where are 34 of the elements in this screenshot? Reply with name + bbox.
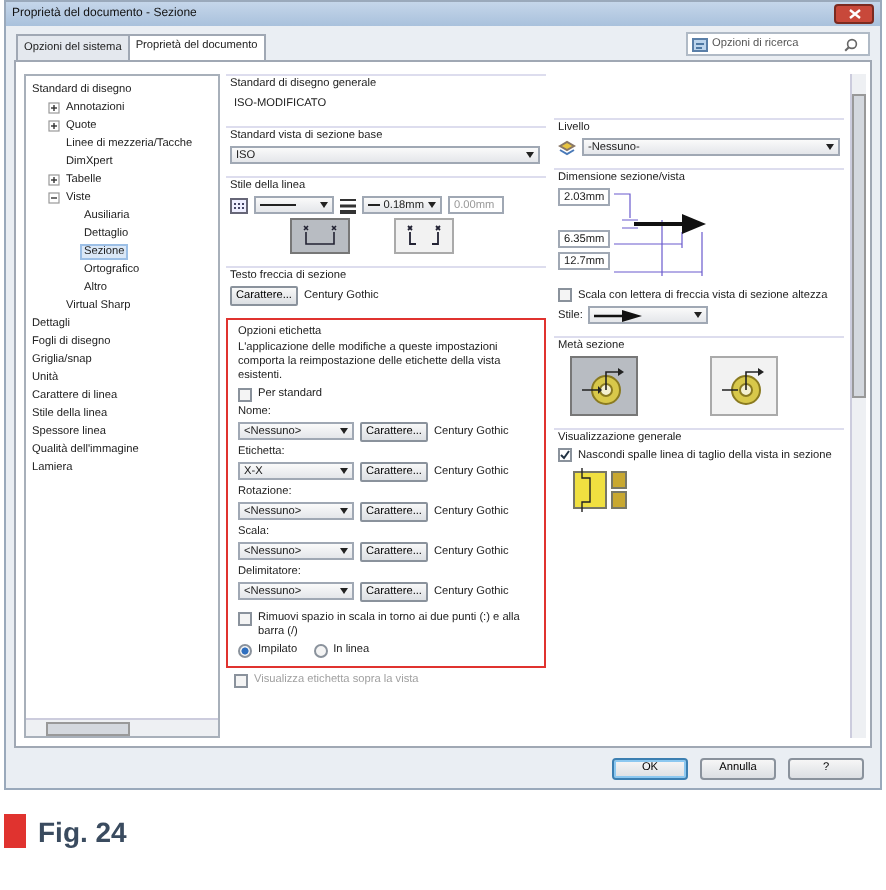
- expand-icon[interactable]: [48, 173, 60, 185]
- collapse-icon[interactable]: [48, 191, 60, 203]
- radio-button[interactable]: [313, 643, 328, 658]
- open-bracket-icon: [402, 222, 446, 250]
- radio-button[interactable]: [238, 643, 252, 658]
- line-style-icon: [230, 197, 248, 213]
- checkbox[interactable]: [558, 448, 572, 462]
- arrow-style-dropdown[interactable]: [588, 306, 709, 324]
- line-sample-icon: [260, 202, 296, 208]
- checkbox[interactable]: [238, 611, 252, 626]
- checkbox[interactable]: [238, 387, 252, 402]
- line-end-option[interactable]: [394, 218, 454, 254]
- ring-section-icon: [580, 364, 628, 408]
- caption-marker: [4, 814, 26, 848]
- checkbox[interactable]: [558, 288, 572, 302]
- line-type-dropdown[interactable]: [254, 196, 334, 214]
- horizontal-scrollbar[interactable]: [26, 718, 218, 736]
- figure-caption: Fig. 24: [38, 815, 127, 847]
- half-section-option[interactable]: [570, 356, 638, 416]
- section-view-icon: [570, 466, 630, 514]
- vertical-scrollbar[interactable]: [850, 74, 866, 738]
- ring-section-icon: [720, 364, 768, 408]
- half-section-option[interactable]: [710, 356, 778, 416]
- closed-bracket-icon: [298, 222, 342, 250]
- close-button[interactable]: [834, 4, 874, 24]
- expand-icon[interactable]: [48, 101, 60, 113]
- options-icon: [692, 37, 708, 51]
- line-end-option[interactable]: [290, 218, 350, 254]
- layers-icon: [558, 139, 576, 155]
- close-icon: [847, 8, 861, 20]
- line-sample-icon: [368, 202, 380, 208]
- search-icon: [844, 37, 858, 51]
- expand-icon[interactable]: [48, 119, 60, 131]
- line-weight-icon: [340, 197, 356, 213]
